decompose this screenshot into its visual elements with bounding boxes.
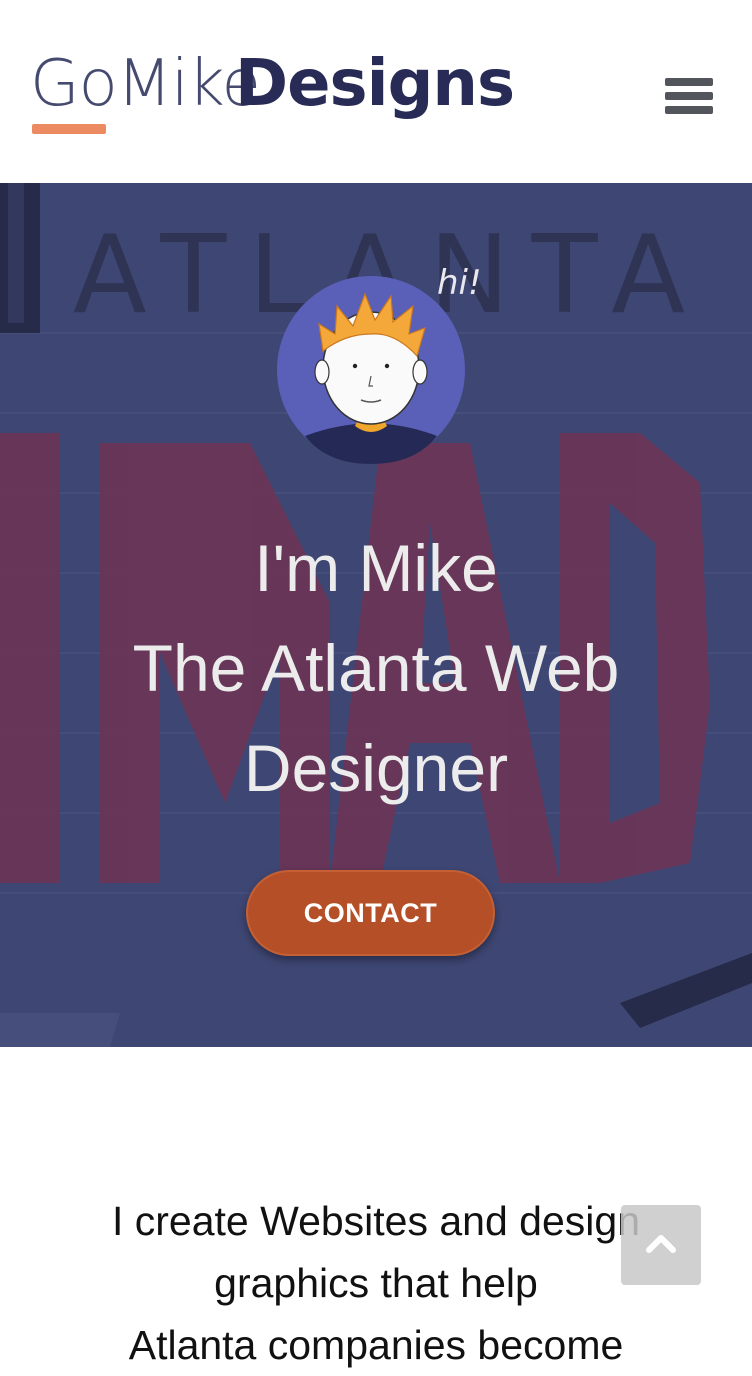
headline-line-1: I'm Mike [254,531,498,605]
avatar [277,276,465,464]
contact-button[interactable]: CONTACT [246,870,495,956]
logo-text-designs: Designs [235,47,515,121]
intro-line-3: Atlanta companies become [128,1322,624,1368]
headline-line-2: The Atlanta Web [132,631,620,705]
hamburger-menu-icon[interactable] [665,78,713,118]
chevron-up-icon [646,1235,676,1253]
headline-line-3: Designer [243,731,509,805]
site-logo[interactable]: GoMike Designs [30,47,515,142]
site-header: GoMike Designs [0,0,752,183]
hero-headline: I'm Mike The Atlanta Web Designer [0,518,752,818]
scroll-to-top-button[interactable] [621,1205,701,1285]
hi-bubble-text: hi! [437,263,482,303]
hero-section: ATLANTA hi! I'm Mike The Atlanta Web Des… [0,183,752,1047]
logo-text-gomike: GoMike [30,47,261,121]
logo-underline [32,124,106,134]
